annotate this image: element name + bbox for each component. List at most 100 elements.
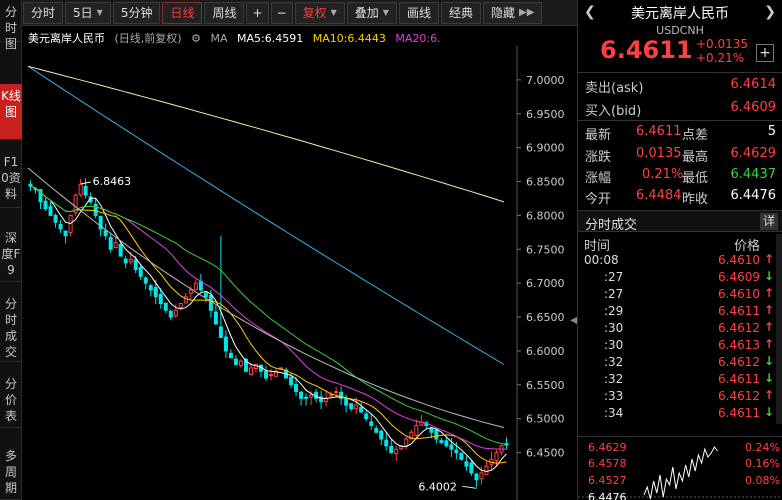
spread-label: 点差 <box>682 128 709 143</box>
nav-f10[interactable]: F10资料 <box>0 150 22 208</box>
trade-time: 00:08 <box>584 253 619 267</box>
y-tick-label: 6.7000 <box>526 277 565 290</box>
candle-body <box>484 465 489 475</box>
arrow-down-icon: ↓ <box>763 405 774 419</box>
trade-time: :34 <box>604 406 624 420</box>
trades-title: 分时成交 <box>585 218 638 233</box>
settings-icon[interactable]: ⚙ <box>191 32 201 45</box>
low-value: 6.4437 <box>730 167 777 182</box>
legend-symbol: 美元离岸人民币 <box>28 32 105 45</box>
trade-row: :32 6.4611 ↓ <box>578 371 776 388</box>
tab-five-min[interactable]: 5分钟 <box>112 1 161 24</box>
candle-body <box>459 452 464 460</box>
kline-chart[interactable]: 7.0000 6.9500 6.9000 6.8500 6.8000 6.7500 6.70… <box>22 26 577 500</box>
mini-p1: 6.4629 <box>588 441 627 454</box>
arrow-down-icon: ↓ <box>763 269 774 283</box>
mini-price-line <box>643 446 718 500</box>
candle-body <box>359 406 364 413</box>
y-tick-label: 6.4500 <box>526 447 565 460</box>
candle-body <box>414 424 419 436</box>
ma120-line <box>27 65 505 365</box>
trade-time: :27 <box>604 270 624 284</box>
next-symbol-icon[interactable]: ❯ <box>764 4 776 20</box>
hide-button[interactable]: 隐藏 ▶▶ <box>482 1 543 24</box>
trade-time: :27 <box>604 287 624 301</box>
trade-price: 6.4610 <box>718 253 760 267</box>
trade-time: :32 <box>604 372 624 386</box>
candle-body <box>83 185 88 196</box>
zhangdie-label: 涨跌 <box>585 150 612 165</box>
tab-five-day[interactable]: 5日 ▼ <box>65 1 111 24</box>
fuquan-dropdown[interactable]: 复权 ▼ <box>294 1 345 24</box>
quote-change-value: +0.0135 <box>696 37 749 51</box>
prev-value: 6.4476 <box>730 188 777 203</box>
arrow-up-icon: ↑ <box>763 286 774 300</box>
overlay-dropdown[interactable]: 叠加 ▼ <box>346 1 397 24</box>
tab-day[interactable]: 日线 <box>162 1 203 24</box>
add-watchlist-button[interactable]: + <box>756 44 774 62</box>
nav-kline[interactable]: K线图 <box>0 84 22 140</box>
open-label: 今开 <box>585 192 612 207</box>
classic-button[interactable]: 经典 <box>440 1 481 24</box>
trade-row: :34 6.4611 ↓ <box>578 405 776 422</box>
candle-body <box>434 429 439 440</box>
y-tick-label: 6.8500 <box>526 176 565 189</box>
nav-trades[interactable]: 分时成交 <box>0 292 22 362</box>
detail-button[interactable]: 详 <box>760 213 778 230</box>
candle-body <box>213 311 218 325</box>
candle-body <box>429 428 434 433</box>
quote-price: 6.4611 <box>600 36 693 64</box>
prev-label: 昨收 <box>682 192 709 207</box>
arrow-down-icon: ↓ <box>763 371 774 385</box>
trades-scrollbar[interactable] <box>776 234 782 424</box>
high-annotation: 6.8463 <box>93 175 132 188</box>
bid-row: 买入(bid) 6.4609 <box>578 97 782 119</box>
mini-intraday-chart[interactable]: 6.4629 6.4578 6.4527 6.4476 0.24% 0.16% … <box>578 436 782 500</box>
zoom-out-button[interactable]: − <box>270 1 293 24</box>
draw-line-label: 画线 <box>406 6 431 20</box>
candle-body <box>439 440 444 443</box>
trade-row: :30 6.4613 ↑ <box>578 337 776 354</box>
plus-icon: + <box>759 45 771 61</box>
panel-collapse-handle[interactable]: ◀ <box>570 315 578 335</box>
candle-body <box>263 371 268 379</box>
candle-body <box>474 473 479 481</box>
nav-price-table[interactable]: 分价表 <box>0 372 22 428</box>
trade-price: 6.4611 <box>718 304 760 318</box>
trade-time: :33 <box>604 389 624 403</box>
y-tick-label: 6.7500 <box>526 243 565 256</box>
nav-multi-period[interactable]: 多周期 <box>0 444 22 500</box>
chevron-down-icon: ▼ <box>330 8 337 17</box>
trade-price: 6.4612 <box>718 389 760 403</box>
tab-five-day-label: 5日 <box>73 6 93 20</box>
candle-body <box>168 310 173 318</box>
quote-title: 美元离岸人民币 <box>631 6 729 22</box>
trade-time: :29 <box>604 304 624 318</box>
chevron-down-icon: ▼ <box>382 8 389 17</box>
candle-body <box>329 394 334 397</box>
candle-body <box>43 200 48 210</box>
tab-week[interactable]: 周线 <box>204 1 245 24</box>
trade-price: 6.4609 <box>718 270 760 284</box>
tab-fenshi[interactable]: 分时 <box>23 1 64 24</box>
zoom-in-button[interactable]: + <box>246 1 269 24</box>
nav-fenshi[interactable]: 分时图 <box>0 0 22 51</box>
trades-list: 00:08 6.4610 ↑:27 6.4609 ↓:27 6.4610 ↑:29 6.461… <box>578 252 776 422</box>
candle-body <box>349 403 354 410</box>
candle-body <box>294 384 299 393</box>
y-tick-label: 6.8000 <box>526 209 565 222</box>
overlay-label: 叠加 <box>354 6 379 20</box>
minus-icon: − <box>276 5 287 20</box>
candle-body <box>188 289 193 294</box>
legend-ma10: MA10:6.4443 <box>312 32 386 45</box>
legend-ma20: MA20:6. <box>395 32 441 45</box>
legend-mode: (日线,前复权) <box>114 32 182 45</box>
y-tick-label: 7.0000 <box>526 74 565 87</box>
nav-depth[interactable]: 深度F9 <box>0 226 22 282</box>
candle-body <box>48 206 53 216</box>
draw-line-button[interactable]: 画线 <box>398 1 439 24</box>
y-tick-label: 6.5000 <box>526 413 565 426</box>
trade-row: :33 6.4612 ↑ <box>578 388 776 405</box>
candle-body <box>354 404 359 410</box>
candle-body <box>223 336 228 352</box>
